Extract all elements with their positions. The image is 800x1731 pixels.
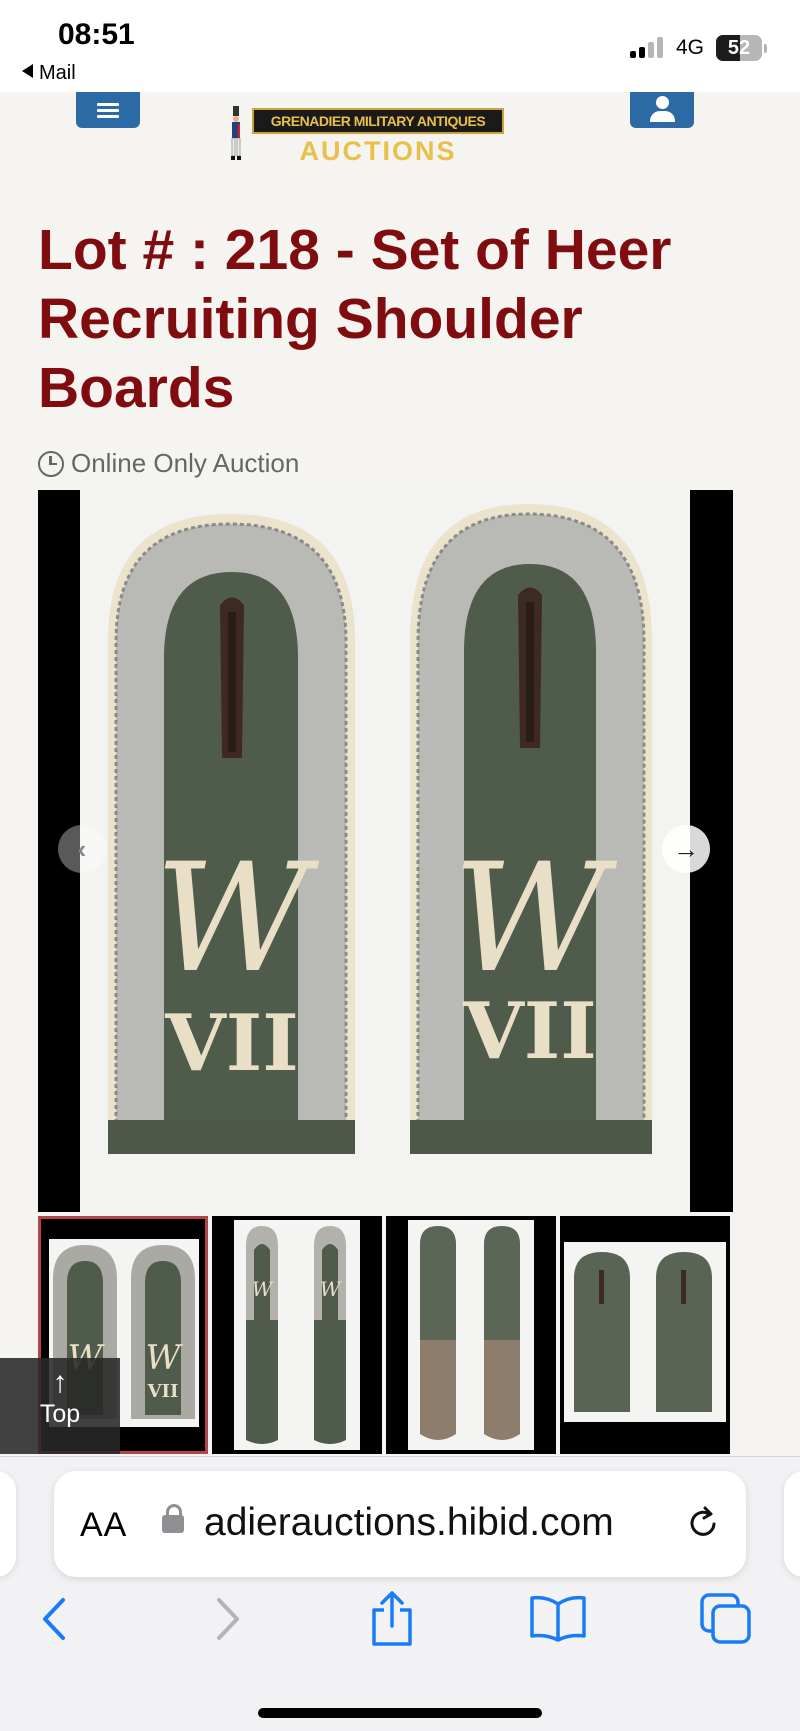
thumbnail-strip: W W VII W W xyxy=(38,1216,733,1454)
shoulder-boards-photo: W VII W VII xyxy=(80,490,690,1212)
home-indicator xyxy=(258,1708,542,1718)
clock-icon xyxy=(38,450,64,477)
previous-tab-peek[interactable] xyxy=(0,1471,16,1577)
status-time: 08:51 xyxy=(58,18,135,51)
chevron-left-icon: ‹ xyxy=(77,833,87,864)
main-lot-image[interactable]: W VII W VII ‹ → xyxy=(38,490,733,1212)
url-text[interactable]: adierauctions.hibid.com xyxy=(204,1501,614,1545)
grenadier-figure-icon xyxy=(231,106,241,160)
back-button[interactable] xyxy=(22,1587,86,1651)
svg-text:W: W xyxy=(252,1277,274,1301)
svg-text:VII: VII xyxy=(147,1381,179,1402)
address-bar[interactable]: AA adierauctions.hibid.com xyxy=(54,1471,746,1577)
svg-text:W: W xyxy=(146,1338,184,1378)
logo-title: GRENADIER MILITARY ANTIQUES xyxy=(252,108,504,134)
battery-tip xyxy=(764,44,767,53)
status-bar: 08:51 Mail 4G 52 xyxy=(0,0,800,92)
share-button[interactable] xyxy=(360,1587,424,1651)
reload-icon[interactable] xyxy=(684,1504,722,1542)
user-icon xyxy=(656,96,669,109)
browser-bottom-bar: AA adierauctions.hibid.com xyxy=(0,1456,800,1731)
arrow-up-icon: ↑ xyxy=(52,1366,68,1399)
battery-percent: 52 xyxy=(727,37,751,59)
bookmarks-button[interactable] xyxy=(526,1587,590,1651)
share-icon xyxy=(372,1591,412,1646)
account-button[interactable] xyxy=(630,92,694,128)
previous-image-button[interactable]: ‹ xyxy=(58,825,106,873)
back-icon xyxy=(43,1598,65,1640)
tabs-button[interactable] xyxy=(694,1587,758,1651)
logo-subtitle: AUCTIONS xyxy=(299,136,457,166)
back-triangle-icon xyxy=(22,64,33,78)
thumbnail-2[interactable]: W W xyxy=(212,1216,382,1454)
svg-text:W: W xyxy=(320,1277,342,1301)
site-header: GRENADIER MILITARY ANTIQUES AUCTIONS xyxy=(0,92,800,180)
left-numeral: VII xyxy=(164,998,299,1089)
auction-type-label: Online Only Auction xyxy=(71,448,300,478)
forward-icon xyxy=(217,1598,239,1640)
tabs-icon xyxy=(700,1593,751,1644)
cellular-signal-icon xyxy=(630,36,670,58)
battery-icon: 52 xyxy=(716,35,762,61)
bookmarks-icon xyxy=(530,1595,586,1642)
network-type: 4G xyxy=(676,36,705,59)
hamburger-menu-icon xyxy=(97,100,119,121)
lot-title: Lot # : 218 - Set of Heer Recruiting Sho… xyxy=(38,218,672,420)
back-to-top-label: Top xyxy=(39,1400,81,1428)
left-monogram: W xyxy=(155,832,320,1006)
forward-button[interactable] xyxy=(196,1587,260,1651)
shoulder-boards-illustration: W VII W VII xyxy=(108,504,652,1154)
back-to-top-button[interactable]: ↑ Top xyxy=(0,1358,120,1454)
browser-toolbar xyxy=(0,1587,800,1677)
right-numeral: VII xyxy=(462,986,597,1077)
text-size-button[interactable]: AA xyxy=(80,1506,127,1545)
lock-icon xyxy=(162,1504,184,1533)
thumbnail-3[interactable] xyxy=(386,1216,556,1454)
menu-button[interactable] xyxy=(76,92,140,128)
chevron-right-icon: → xyxy=(673,833,699,864)
back-to-mail-button[interactable]: Mail xyxy=(22,62,76,85)
back-app-label: Mail xyxy=(39,62,76,84)
auction-type: Online Only Auction xyxy=(38,448,299,479)
site-logo[interactable]: GRENADIER MILITARY ANTIQUES AUCTIONS xyxy=(228,106,508,166)
right-monogram: W xyxy=(453,832,618,1006)
next-image-button[interactable]: → xyxy=(662,825,710,873)
next-tab-peek[interactable] xyxy=(784,1471,800,1577)
thumbnail-4[interactable] xyxy=(560,1216,730,1454)
